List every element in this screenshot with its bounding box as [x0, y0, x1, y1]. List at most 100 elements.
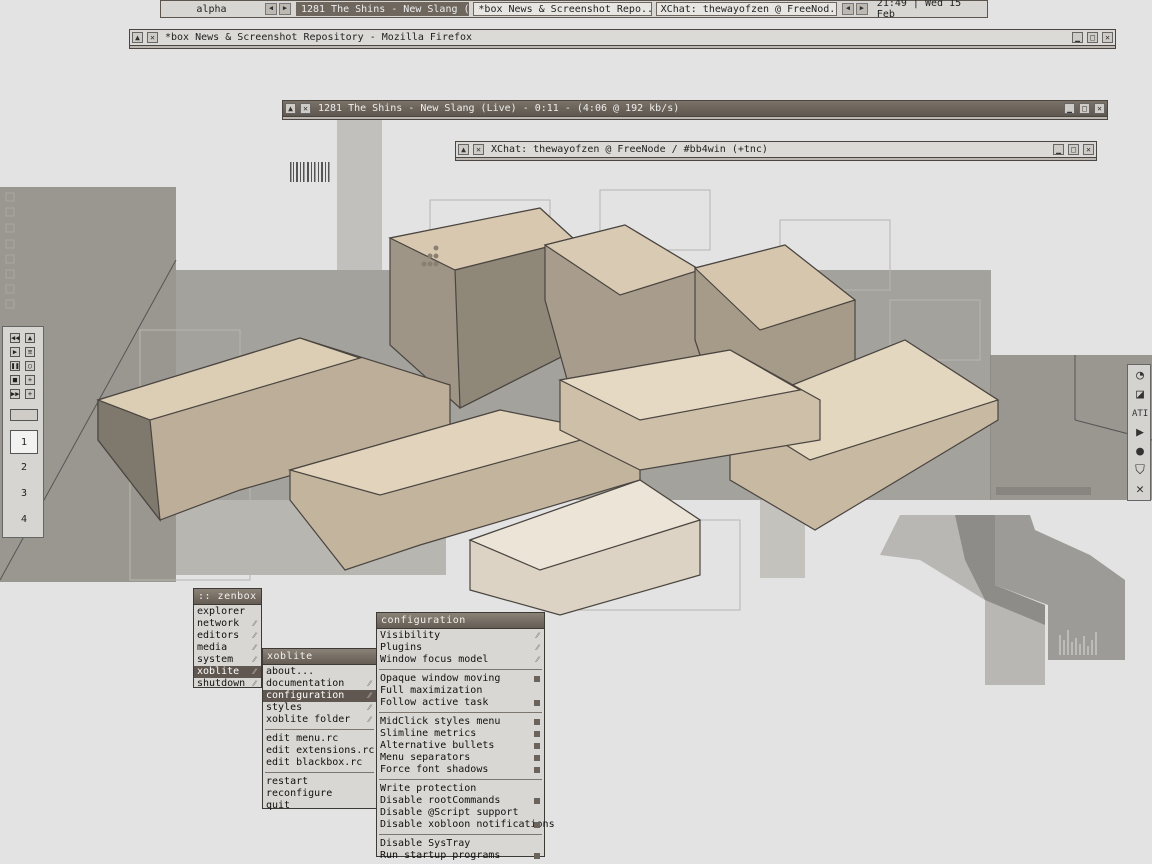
shade-button[interactable]: ▲	[458, 144, 469, 155]
titlebar[interactable]: ▲ ✕ 1281 The Shins - New Slang (Live) - …	[282, 100, 1108, 117]
tools-icon[interactable]: ✕	[1132, 482, 1148, 498]
menu-separator	[379, 669, 542, 670]
keyboard-icon[interactable]	[10, 409, 38, 421]
menu-item-configuration[interactable]: configuration ⁄⁄	[263, 690, 376, 702]
checkbox-icon	[534, 700, 540, 706]
pause-icon[interactable]: ❚❚	[10, 361, 20, 371]
maximize-button[interactable]: □	[1087, 32, 1098, 43]
configuration-menu: configuration Visibility ⁄⁄ Plugins ⁄⁄ Win…	[376, 612, 555, 861]
checkbox-icon	[534, 798, 540, 804]
workspace-2-button[interactable]: 2	[10, 456, 38, 480]
menu-item-edit-extensions[interactable]: edit extensions.rc	[263, 745, 376, 757]
menu-item-network[interactable]: network ⁄⁄	[194, 618, 261, 630]
stop-icon[interactable]: ■	[10, 375, 20, 385]
menu-item-window-focus-model[interactable]: Window focus model ⁄⁄	[377, 654, 544, 666]
menu-item-editors[interactable]: editors ⁄⁄	[194, 630, 261, 642]
submenu-arrow-icon: ⁄⁄	[368, 691, 371, 700]
menu-item-label: Disable SysTray	[380, 838, 471, 849]
repeat-icon[interactable]: ○	[25, 361, 35, 371]
shuffle-icon[interactable]: +	[25, 375, 35, 385]
workspace-1-button[interactable]: 1	[10, 430, 38, 454]
menu-item-disable-xobloon-notifications[interactable]: Disable xobloon notifications	[377, 819, 555, 831]
menu-item-about[interactable]: about...	[263, 666, 376, 678]
menu-item-midclick-styles-menu[interactable]: MidClick styles menu	[377, 716, 544, 728]
sticky-button[interactable]: ✕	[147, 32, 158, 43]
next-workspace-button[interactable]: ▶	[278, 3, 291, 15]
menu-item-label: Menu separators	[380, 752, 471, 763]
close-button[interactable]: ✕	[1094, 103, 1105, 114]
titlebar[interactable]: ▲ ✕ *box News & Screenshot Repository - …	[129, 29, 1116, 46]
titlebar[interactable]: ▲ ✕ XChat: thewayofzen @ FreeNode / #bb4…	[455, 141, 1097, 158]
next-window-button[interactable]: ▶	[855, 3, 868, 15]
speaker-icon[interactable]: ◔	[1132, 368, 1148, 384]
forward-icon[interactable]: ▶▶	[10, 389, 20, 399]
menu-item-opaque-window-moving[interactable]: Opaque window moving	[377, 673, 544, 685]
menu-item-slimline-metrics[interactable]: Slimline metrics	[377, 728, 544, 740]
prev-window-button[interactable]: ◀	[841, 3, 854, 15]
workspace-label[interactable]: alpha	[161, 4, 262, 15]
ati-icon[interactable]: ATI	[1132, 406, 1148, 422]
volume-icon[interactable]: +	[25, 389, 35, 399]
menu-item-visibility[interactable]: Visibility ⁄⁄	[377, 630, 544, 642]
menu-item-label: Force font shadows	[380, 764, 489, 775]
rewind-icon[interactable]: ◀◀	[10, 333, 20, 343]
window-player[interactable]: ▲ ✕ 1281 The Shins - New Slang (Live) - …	[282, 100, 1108, 120]
window-icon[interactable]: ◪	[1132, 387, 1148, 403]
menu-item-shutdown[interactable]: shutdown ⁄⁄	[194, 678, 261, 690]
menu-item-styles[interactable]: styles ⁄⁄	[263, 702, 376, 714]
minimize-button[interactable]: ▁	[1053, 144, 1064, 155]
menu-item-system[interactable]: system ⁄⁄	[194, 654, 261, 666]
prev-workspace-button[interactable]: ◀	[264, 3, 277, 15]
menu-item-edit-blackbox[interactable]: edit blackbox.rc	[263, 757, 376, 769]
menu-item-disable-systray[interactable]: Disable SysTray	[377, 838, 544, 850]
shield-icon[interactable]: ⛉	[1132, 463, 1148, 479]
sticky-button[interactable]: ✕	[473, 144, 484, 155]
menu-item-xoblite[interactable]: xoblite ⁄⁄	[194, 666, 261, 678]
menu-item-force-font-shadows[interactable]: Force font shadows	[377, 764, 544, 776]
menu-item-full-maximization[interactable]: Full maximization	[377, 685, 544, 697]
media-player-icon[interactable]: ▶	[1132, 425, 1148, 441]
menu-item-restart[interactable]: restart	[263, 776, 376, 788]
toolbar: alpha ◀ ▶ 1281 The Shins - New Slang (Li…	[160, 0, 988, 20]
menu-item-run-startup-programs[interactable]: Run startup programs	[377, 850, 544, 862]
menu-item-disable-rootcommands[interactable]: Disable rootCommands	[377, 795, 544, 807]
window-xchat[interactable]: ▲ ✕ XChat: thewayofzen @ FreeNode / #bb4…	[455, 141, 1097, 161]
menu-item-label: Plugins	[380, 642, 423, 653]
systray: ◔ ◪ ATI ▶ ● ⛉ ✕	[1127, 364, 1151, 501]
maximize-button[interactable]: □	[1068, 144, 1079, 155]
maximize-button[interactable]: □	[1079, 103, 1090, 114]
menu-item-reconfigure[interactable]: reconfigure	[263, 788, 376, 800]
submenu-arrow-icon: ⁄⁄	[368, 703, 371, 712]
menu-item-edit-menu[interactable]: edit menu.rc	[263, 733, 376, 745]
minimize-button[interactable]: ▁	[1072, 32, 1083, 43]
close-button[interactable]: ✕	[1083, 144, 1094, 155]
workspace-4-button[interactable]: 4	[10, 508, 38, 532]
menu-item-alternative-bullets[interactable]: Alternative bullets	[377, 740, 544, 752]
sticky-button[interactable]: ✕	[300, 103, 311, 114]
task-label: XChat: thewayofzen @ FreeNod...	[660, 3, 837, 15]
task-button-xchat[interactable]: XChat: thewayofzen @ FreeNod...	[655, 2, 837, 16]
eject-icon[interactable]: ▲	[25, 333, 35, 343]
menu-item-media[interactable]: media ⁄⁄	[194, 642, 261, 654]
window-firefox[interactable]: ▲ ✕ *box News & Screenshot Repository - …	[129, 29, 1116, 49]
menu-item-write-protection[interactable]: Write protection	[377, 783, 544, 795]
shade-button[interactable]: ▲	[285, 103, 296, 114]
user-icon[interactable]: ●	[1132, 444, 1148, 460]
playlist-icon[interactable]: ≡	[25, 347, 35, 357]
menu-item-follow-active-task[interactable]: Follow active task	[377, 697, 544, 709]
play-icon[interactable]: ▶	[10, 347, 20, 357]
menu-item-explorer[interactable]: explorer	[194, 606, 261, 618]
menu-item-xoblite-folder[interactable]: xoblite folder ⁄⁄	[263, 714, 376, 726]
minimize-button[interactable]: ▁	[1064, 103, 1075, 114]
shade-button[interactable]: ▲	[132, 32, 143, 43]
menu-item-quit[interactable]: quit	[263, 800, 376, 812]
menu-item-label: Window focus model	[380, 654, 489, 665]
menu-item-menu-separators[interactable]: Menu separators	[377, 752, 544, 764]
task-button-firefox[interactable]: *box News & Screenshot Repo...	[473, 2, 652, 16]
menu-item-documentation[interactable]: documentation ⁄⁄	[263, 678, 376, 690]
task-button-player[interactable]: 1281 The Shins - New Slang (Li...	[295, 2, 470, 16]
close-button[interactable]: ✕	[1102, 32, 1113, 43]
menu-item-disable-script-support[interactable]: Disable @Script support	[377, 807, 544, 819]
workspace-3-button[interactable]: 3	[10, 482, 38, 506]
menu-item-plugins[interactable]: Plugins ⁄⁄	[377, 642, 544, 654]
